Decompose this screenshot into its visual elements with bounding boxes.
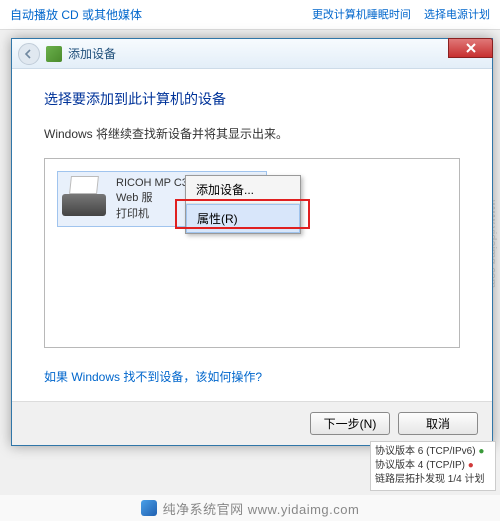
cancel-button-label: 取消 bbox=[426, 415, 450, 432]
close-icon bbox=[466, 43, 476, 53]
stray-row-1: 协议版本 6 (TCP/IPv6) ● bbox=[375, 445, 491, 459]
dialog-subtext: Windows 将继续查找新设备并将其显示出来。 bbox=[44, 125, 460, 142]
dialog-title: 添加设备 bbox=[68, 45, 116, 62]
context-menu: 添加设备... 属性(R) bbox=[185, 175, 301, 234]
cancel-button[interactable]: 取消 bbox=[398, 412, 478, 435]
background-toolbar: 自动播放 CD 或其他媒体 更改计算机睡眠时间 选择电源计划 bbox=[0, 0, 500, 30]
titlebar: 添加设备 bbox=[12, 39, 492, 69]
ctx-properties[interactable]: 属性(R) bbox=[186, 204, 300, 233]
stray-row-2: 协议版本 4 (TCP/IP) ● bbox=[375, 459, 491, 473]
next-button-label: 下一步(N) bbox=[324, 415, 377, 432]
help-link[interactable]: 如果 Windows 找不到设备，该如何操作? bbox=[44, 368, 262, 385]
button-row: 下一步(N) 取消 bbox=[12, 401, 492, 445]
close-button[interactable] bbox=[448, 38, 493, 58]
next-button[interactable]: 下一步(N) bbox=[310, 412, 390, 435]
bg-sleep-link[interactable]: 更改计算机睡眠时间 bbox=[312, 9, 411, 21]
printer-icon bbox=[62, 176, 106, 216]
device-list: RICOH MP C3503 Web 服 打印机 添加设备... 属性(R) bbox=[44, 158, 460, 348]
add-device-dialog: 添加设备 选择要添加到此计算机的设备 Windows 将继续查找新设备并将其显示… bbox=[11, 38, 493, 446]
watermark-text: 纯净系统官网 www.yidaimg.com bbox=[163, 499, 360, 518]
watermark-logo-icon bbox=[141, 500, 157, 516]
back-button[interactable] bbox=[18, 43, 40, 65]
stray-network-panel: 协议版本 6 (TCP/IPv6) ● 协议版本 4 (TCP/IP) ● 链路… bbox=[370, 441, 496, 491]
dialog-body: 选择要添加到此计算机的设备 Windows 将继续查找新设备并将其显示出来。 R… bbox=[12, 69, 492, 395]
dialog-heading: 选择要添加到此计算机的设备 bbox=[44, 89, 460, 109]
device-icon bbox=[46, 46, 62, 62]
bg-right-links: 更改计算机睡眠时间 选择电源计划 bbox=[302, 6, 490, 22]
ctx-add-device[interactable]: 添加设备... bbox=[186, 176, 300, 204]
bg-autoplay-link[interactable]: 自动播放 CD 或其他媒体 bbox=[0, 0, 152, 29]
arrow-left-icon bbox=[24, 49, 34, 59]
bg-power-link[interactable]: 选择电源计划 bbox=[424, 9, 490, 21]
watermark-bar: 纯净系统官网 www.yidaimg.com bbox=[0, 495, 500, 521]
stray-row-3: 链路层拓扑发现 1/4 计划 bbox=[375, 473, 491, 487]
